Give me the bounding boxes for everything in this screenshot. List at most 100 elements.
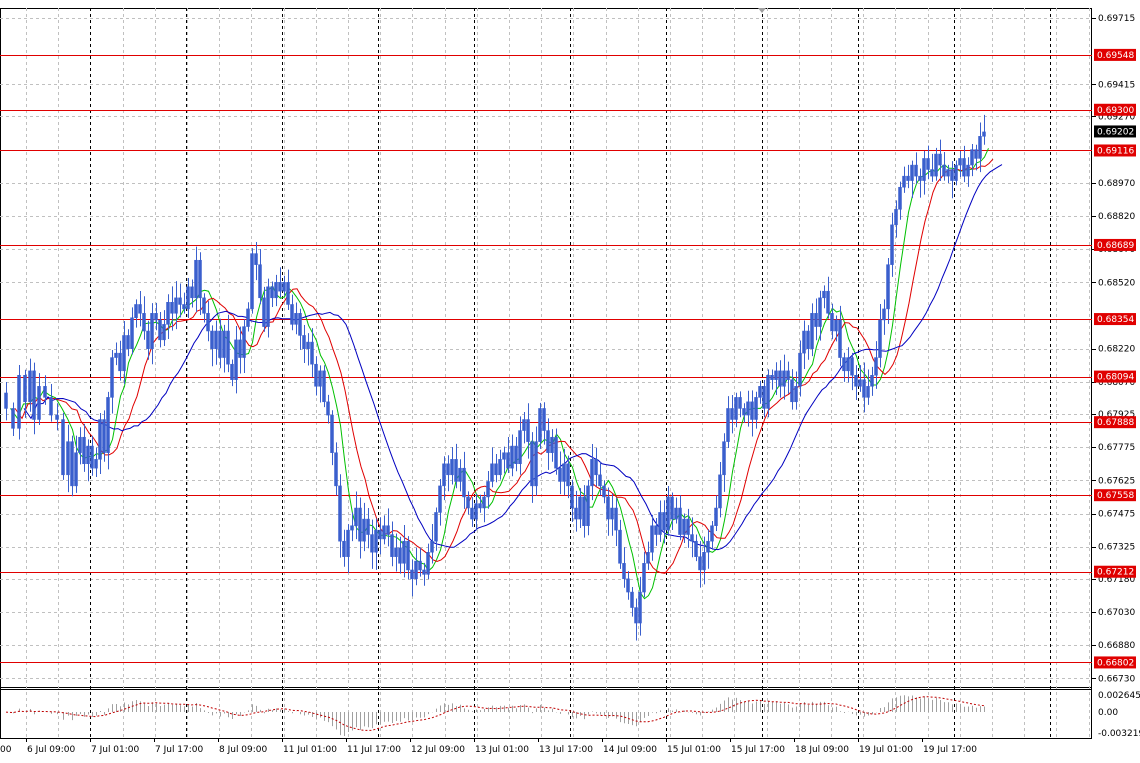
candle-body [950,169,954,181]
candle-body [28,370,32,403]
price-tick-label: 0.67625 [1098,476,1135,486]
candle-body [86,445,90,465]
candle-body [270,286,274,299]
candle-body [570,485,574,509]
candle-body [74,452,78,487]
time-label: 13 Jul 17:00 [539,745,593,755]
candle-body [878,319,882,358]
candle-body [918,175,922,181]
candle-body [870,375,874,387]
candle-body [714,507,718,526]
candle-body [766,375,770,409]
candle-body [110,357,114,398]
candle-body [490,463,494,482]
candle-body [910,164,914,181]
candle-body [162,324,166,341]
candle-body [566,463,570,487]
candle-body [550,436,554,453]
candle-body [866,386,870,398]
candle-body [310,341,314,365]
candle-body [55,414,59,420]
candle-body [406,540,410,571]
candle-body [618,529,622,564]
time-label: 19 Jul 01:00 [859,745,913,755]
level-price-label: 0.68354 [1097,315,1134,325]
candle-body [274,282,278,299]
candle-body [23,375,27,403]
candle-body [838,319,842,358]
price-tick-label: 0.68820 [1098,212,1135,222]
time-axis: 00 6 Jul 09:00 7 Jul 01:00 7 Jul 17:00 8 Jul… [0,738,977,755]
candle-body [558,467,562,482]
candle-body [134,304,138,318]
candle-body [278,282,282,292]
price-axis: 0.697150.694150.692700.689700.688200.686… [758,8,1140,739]
candle-body [630,591,634,608]
candle-body [874,357,878,376]
ma-line-20 [23,164,1003,551]
candle-body [722,441,726,476]
candle-body [942,164,946,177]
candle-body [914,164,918,177]
candle-body [290,304,294,325]
candle-body [242,326,246,358]
level-price-label: 0.69548 [1097,51,1134,61]
candle-body [758,386,762,398]
candle-body [250,253,254,310]
candle-body [534,441,538,487]
candle-body [582,496,586,526]
candle-body [202,297,206,314]
candle-body [598,474,602,487]
candle-body [970,149,974,166]
candle-body [650,525,654,553]
candle-body [170,302,174,314]
candle-body [762,386,766,409]
candle-body [314,363,318,387]
candle-body [478,503,482,509]
ma-line-5 [10,148,989,600]
candle-body [778,370,782,387]
level-price-label: 0.67888 [1097,418,1134,428]
candle-body [194,259,198,299]
price-labels: 0.69548 0.69300 0.69116 0.68689 0.68354 0.680… [1094,48,1136,669]
candle-body [150,313,154,349]
candle-body [230,363,234,380]
candle-body [654,525,658,535]
price-tick-label: 0.68970 [1098,179,1135,189]
candle-body [390,534,394,557]
candle-body [226,330,230,365]
price-chart[interactable]: 0.697150.694150.692700.689700.688200.686… [0,0,1140,759]
candle-body [518,430,522,465]
osc-tick-label: -0.003219 [1098,729,1140,739]
candle-body [466,496,470,509]
time-label: 15 Jul 01:00 [667,745,721,755]
candle-body [698,556,702,571]
candle-body [214,330,218,349]
candle-body [502,452,506,460]
candle-body [974,149,978,159]
candle-body [662,512,666,531]
level-price-label: 0.67558 [1097,491,1134,501]
candle-body [962,158,966,177]
price-tick-label: 0.69415 [1098,80,1135,90]
candle-body [218,330,222,358]
candle-body [586,485,590,526]
candle-body [386,525,390,535]
candle-body [474,503,478,520]
candle-body [590,459,594,487]
candle-body [418,560,422,571]
candle-body [638,591,642,624]
candle-body [646,552,650,564]
candle-body [658,512,662,535]
candle-body [614,507,618,531]
osc-tick-label: 0.002645 [1098,691,1140,701]
candle-body [926,158,930,170]
candle-body [886,264,890,310]
candle-body [906,175,910,181]
candle-body [326,401,330,416]
candle-body [294,313,298,325]
chart-window[interactable]: 0.697150.694150.692700.689700.688200.686… [0,0,1140,759]
candle-body [818,297,822,327]
candle-body [286,282,290,305]
candle-body [210,330,214,349]
